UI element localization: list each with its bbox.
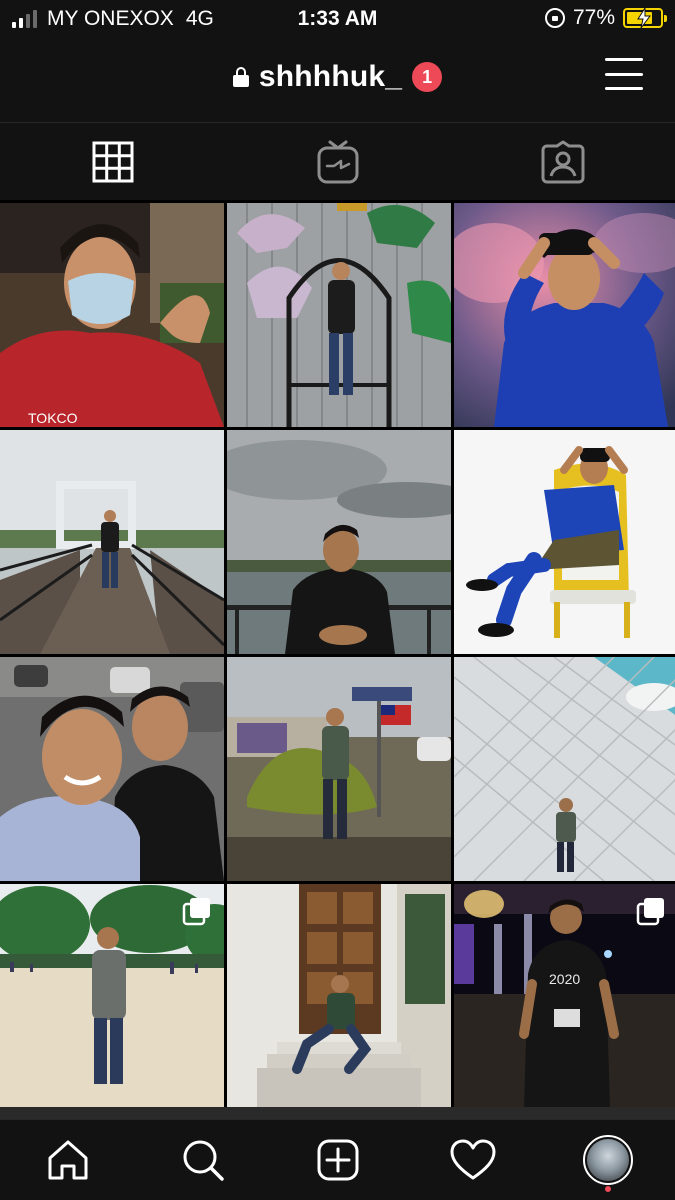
charging-bolt-icon bbox=[637, 8, 651, 28]
multiple-photos-icon bbox=[182, 898, 210, 926]
nav-home[interactable] bbox=[0, 1120, 135, 1200]
tab-igtv[interactable] bbox=[225, 123, 450, 200]
username[interactable]: shhhhuk_ bbox=[259, 60, 402, 94]
svg-text:TOKCO: TOKCO bbox=[28, 410, 78, 426]
photo bbox=[227, 203, 451, 427]
profile-tabs bbox=[0, 122, 675, 200]
avatar bbox=[582, 1135, 633, 1185]
photo bbox=[227, 430, 451, 654]
heart-icon bbox=[450, 1139, 495, 1180]
profile-header: shhhhuk_ 1 bbox=[0, 38, 675, 122]
photo: TOKCO bbox=[0, 203, 224, 427]
notification-dot bbox=[604, 1186, 611, 1192]
post-thumbnail[interactable] bbox=[227, 884, 451, 1108]
photo bbox=[227, 884, 451, 1108]
post-thumbnail[interactable] bbox=[0, 657, 224, 881]
photo bbox=[0, 430, 224, 654]
search-icon bbox=[183, 1140, 224, 1181]
photo bbox=[454, 657, 675, 881]
photo bbox=[227, 657, 451, 881]
account-switcher[interactable]: shhhhuk_ 1 bbox=[0, 60, 675, 94]
battery-icon bbox=[623, 8, 667, 28]
tagged-person-icon bbox=[541, 140, 584, 183]
grid-icon bbox=[92, 141, 133, 182]
plus-square-icon bbox=[317, 1139, 358, 1181]
hamburger-menu-icon bbox=[605, 58, 643, 61]
notification-badge: 1 bbox=[412, 62, 443, 92]
nav-new-post[interactable] bbox=[270, 1120, 405, 1200]
bottom-nav bbox=[0, 1119, 675, 1200]
photo-grid: TOKCO 2020 bbox=[0, 203, 675, 1108]
status-bar: MY ONEXOX 4G 1:33 AM 77% bbox=[0, 0, 675, 38]
post-thumbnail[interactable] bbox=[454, 203, 675, 427]
post-thumbnail[interactable] bbox=[227, 430, 451, 654]
post-thumbnail[interactable]: 2020 bbox=[454, 884, 675, 1108]
svg-text:2020: 2020 bbox=[549, 971, 580, 987]
photo bbox=[0, 657, 224, 881]
photo bbox=[454, 430, 675, 654]
tab-tagged[interactable] bbox=[450, 123, 675, 200]
multiple-photos-icon bbox=[636, 898, 664, 926]
post-thumbnail[interactable] bbox=[454, 657, 675, 881]
tab-grid[interactable] bbox=[0, 123, 225, 200]
orientation-lock-icon bbox=[544, 8, 565, 28]
post-thumbnail[interactable]: TOKCO bbox=[0, 203, 224, 427]
nav-profile[interactable] bbox=[540, 1120, 675, 1200]
post-thumbnail[interactable] bbox=[227, 657, 451, 881]
nav-search[interactable] bbox=[135, 1120, 270, 1200]
post-thumbnail[interactable] bbox=[454, 430, 675, 654]
nav-activity[interactable] bbox=[405, 1120, 540, 1200]
next-row-peek bbox=[0, 1107, 675, 1119]
igtv-icon bbox=[317, 140, 358, 183]
menu-button[interactable] bbox=[605, 58, 643, 90]
post-thumbnail[interactable] bbox=[227, 203, 451, 427]
home-icon bbox=[48, 1140, 87, 1180]
padlock-icon bbox=[232, 67, 249, 87]
photo bbox=[454, 203, 675, 427]
battery-percentage: 77% bbox=[572, 6, 615, 29]
post-thumbnail[interactable] bbox=[0, 430, 224, 654]
post-thumbnail[interactable] bbox=[0, 884, 224, 1108]
